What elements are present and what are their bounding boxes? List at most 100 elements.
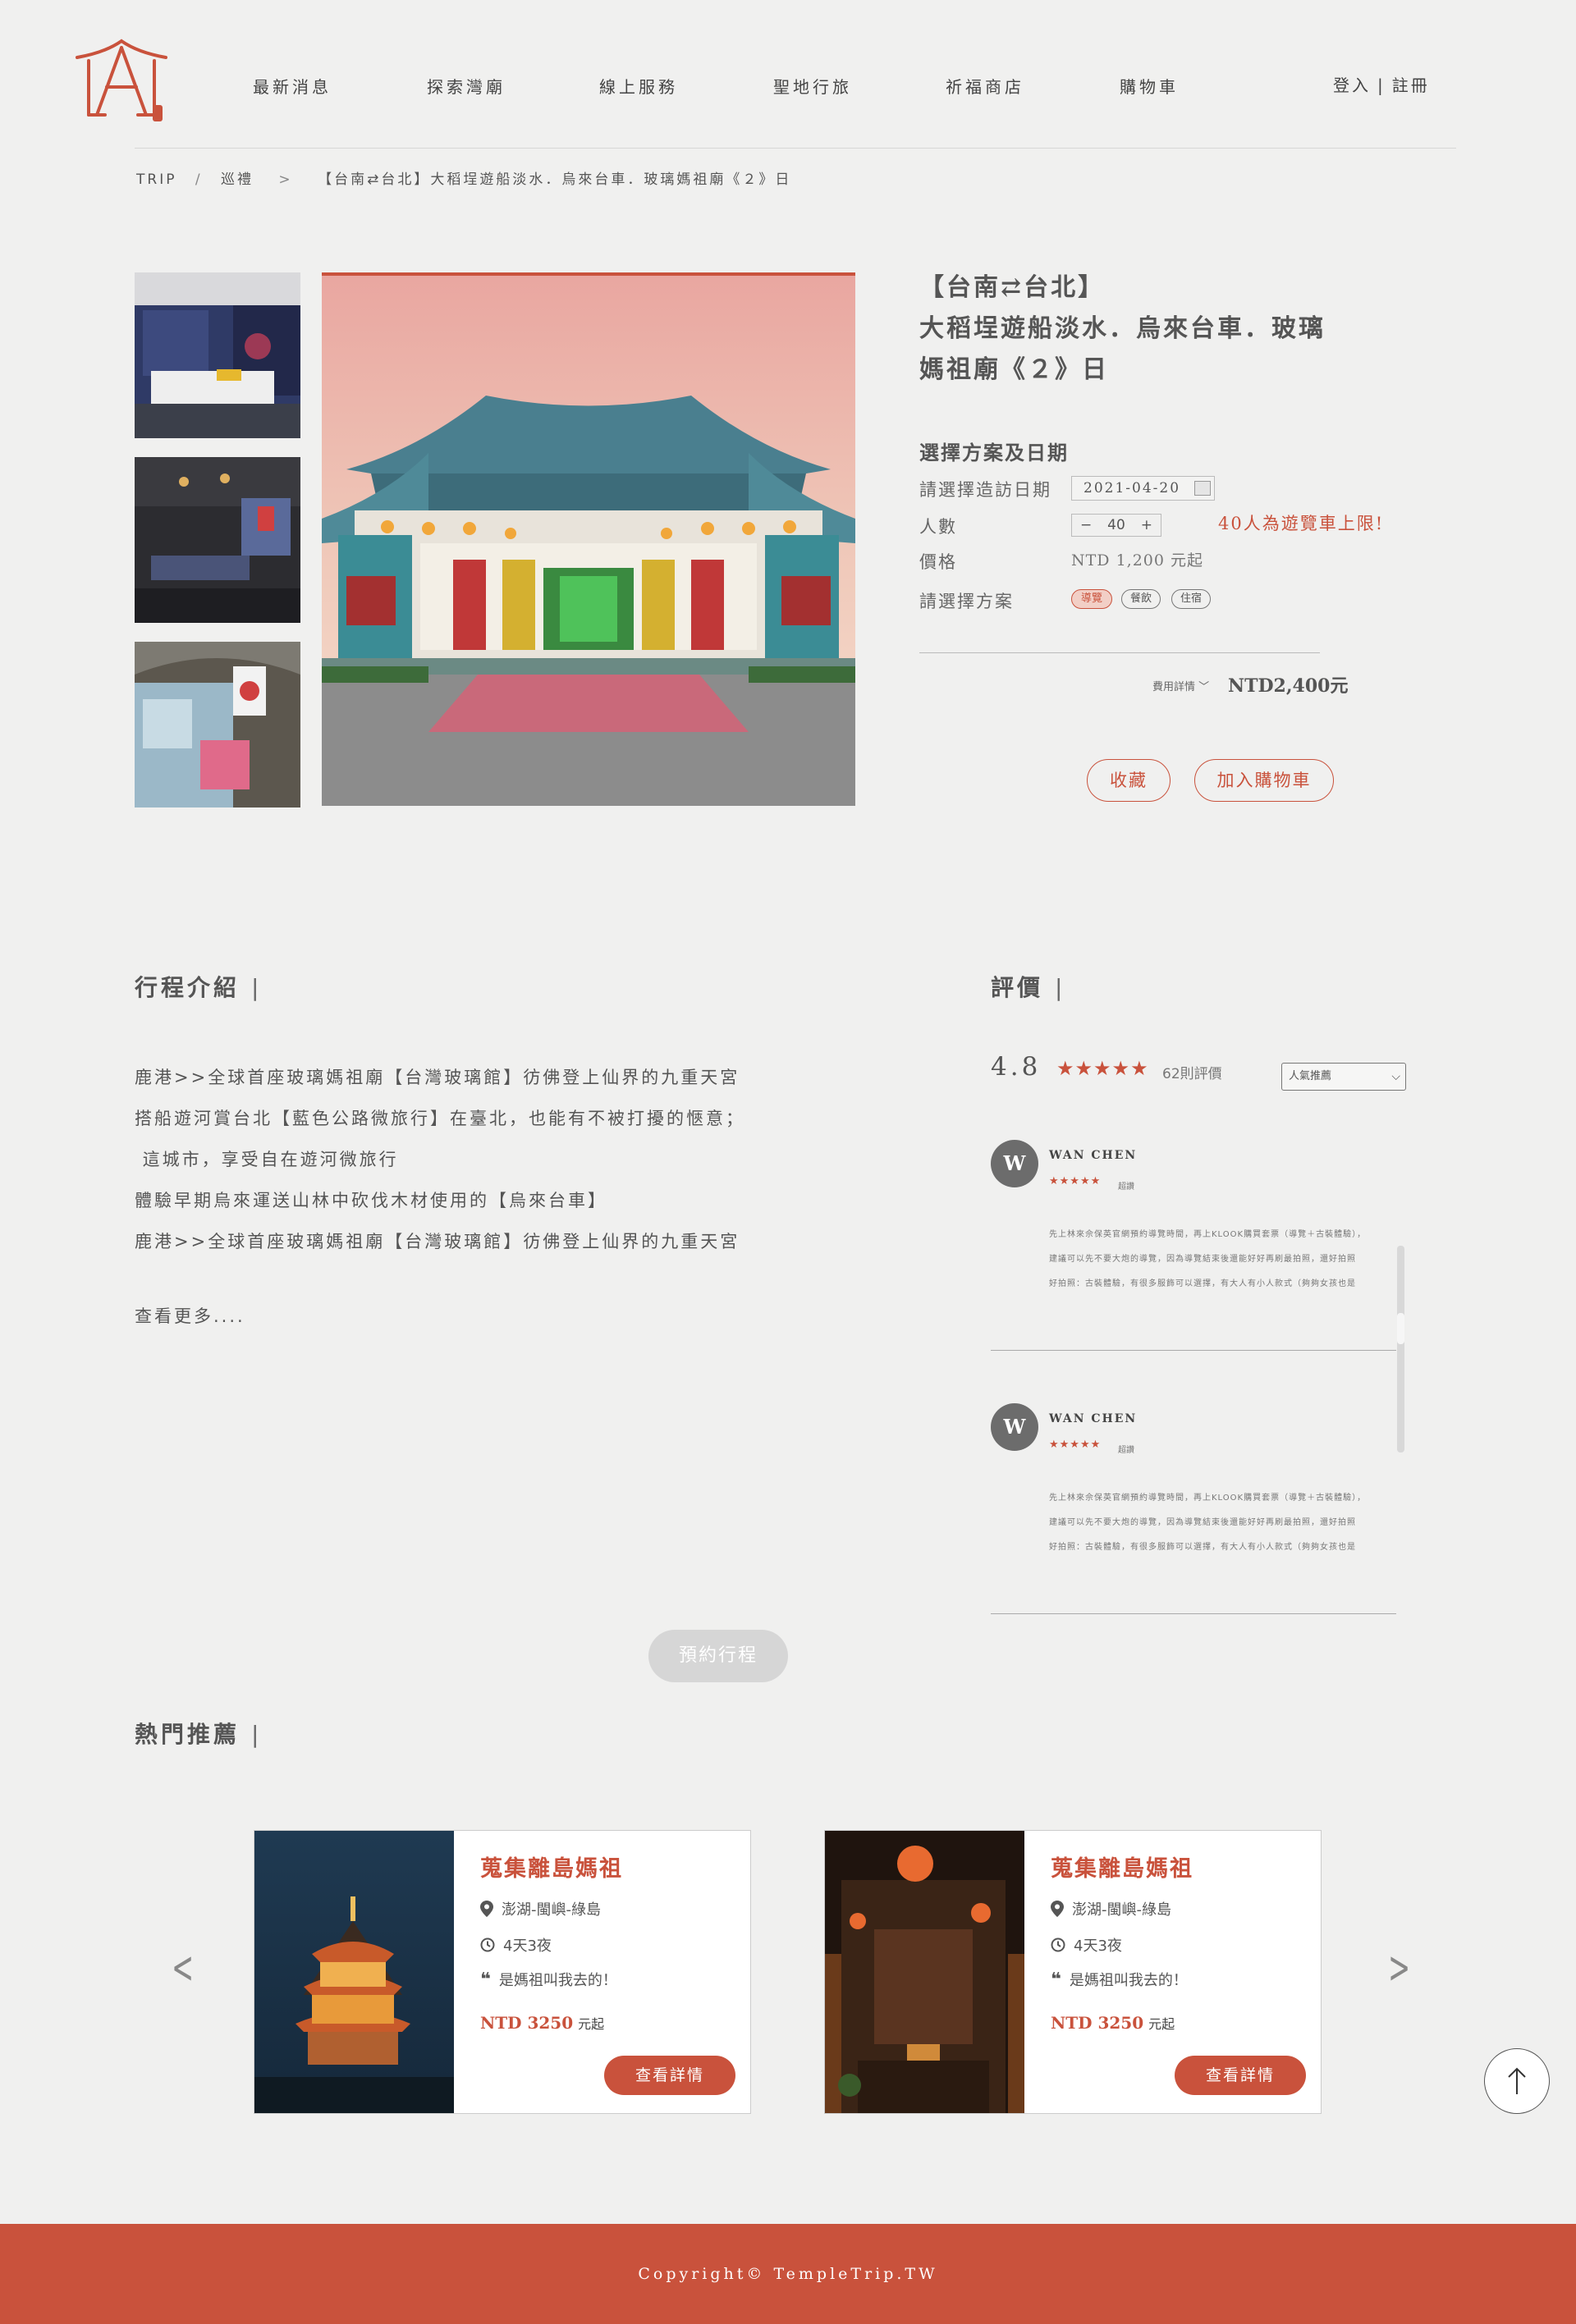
sort-value: 人氣推薦 bbox=[1289, 1070, 1332, 1082]
plan-chip-meal[interactable]: 餐飲 bbox=[1121, 589, 1161, 609]
date-picker[interactable]: 2021-04-20 bbox=[1071, 476, 1215, 501]
review-divider bbox=[991, 1350, 1396, 1351]
review-stars: ★★★★★ bbox=[1049, 1439, 1102, 1451]
people-minus-button[interactable]: − bbox=[1080, 517, 1092, 533]
reviewer-name: WAN CHEN bbox=[1049, 1149, 1138, 1162]
trip-card-title: 蒐集離島媽祖 bbox=[480, 1856, 623, 1882]
itinerary-line-2: 搭船遊河賞台北【藍色公路微旅行】在臺北，也能有不被打擾的愜意； bbox=[135, 1109, 745, 1128]
trip-card-quote: ❝ 是媽祖叫我去的！ bbox=[480, 1969, 617, 1990]
see-more-link[interactable]: 查看更多.... bbox=[135, 1303, 245, 1328]
price-divider bbox=[919, 652, 1320, 653]
calendar-icon[interactable] bbox=[1194, 481, 1211, 496]
nav-news[interactable]: 最新消息 bbox=[253, 74, 332, 98]
price-label: 價格 bbox=[919, 552, 957, 572]
trip-card[interactable]: 蒐集離島媽祖 澎湖-閩嶼-綠島 4天3夜 ❝ 是媽祖叫我去的！ NTD 3250… bbox=[824, 1830, 1322, 2114]
quote-icon: ❝ bbox=[1051, 1969, 1061, 1990]
trip-card[interactable]: 蒐集離島媽祖 澎湖-閩嶼-綠島 4天3夜 ❝ 是媽祖叫我去的！ NTD 3250… bbox=[254, 1830, 751, 2114]
reviews-scrollbar-thumb[interactable] bbox=[1397, 1313, 1404, 1344]
itinerary-title-text: 行程介紹 bbox=[135, 974, 241, 1001]
book-trip-button[interactable]: 預約行程 bbox=[648, 1630, 788, 1682]
favorite-button[interactable]: 收藏 bbox=[1087, 759, 1171, 802]
product-title-line1: 【台南⇄台北】 bbox=[919, 273, 1106, 302]
trip-card-price-unit: 元起 bbox=[578, 2016, 605, 2032]
review-body-line: 先上林來佘保英官網預約導覽時間，再上KLOOK購買套票（導覽＋古裝體驗）， bbox=[1049, 1230, 1367, 1239]
add-to-cart-button[interactable]: 加入購物車 bbox=[1194, 759, 1334, 802]
breadcrumb-root[interactable]: TRIP bbox=[136, 172, 176, 188]
view-details-button[interactable]: 查看詳情 bbox=[604, 2056, 735, 2095]
trip-card-duration: 4天3夜 bbox=[1051, 1934, 1122, 1956]
breadcrumb-current: 【台南⇄台北】大稻埕遊船淡水．烏來台車．玻璃媽祖廟《２》日 bbox=[318, 172, 792, 188]
nav-cart[interactable]: 購物車 bbox=[1120, 74, 1179, 98]
review-body-line: 建議可以先不要大炮的導覽，因為導覽結束後還能好好再刷最拍照，還好拍照 bbox=[1049, 1518, 1356, 1527]
reviewer-name: WAN CHEN bbox=[1049, 1412, 1138, 1425]
trip-card-location-text: 澎湖-閩嶼-綠島 bbox=[1072, 1901, 1171, 1919]
trip-card-title: 蒐集離島媽祖 bbox=[1051, 1856, 1193, 1882]
review-divider bbox=[991, 1613, 1396, 1614]
reviews-title-text: 評價 bbox=[991, 974, 1044, 1001]
breadcrumb-section[interactable]: 巡禮 bbox=[221, 172, 254, 188]
trip-card-price: NTD 3250 元起 bbox=[480, 2013, 604, 2033]
register-link[interactable]: 註冊 bbox=[1392, 75, 1430, 95]
reviews-scrollbar[interactable] bbox=[1397, 1246, 1404, 1452]
review-tag: 超讚 bbox=[1118, 1183, 1134, 1192]
nav-online-service[interactable]: 線上服務 bbox=[599, 74, 678, 98]
login-link[interactable]: 登入 bbox=[1333, 75, 1371, 95]
itinerary-line-4: 體驗早期烏來運送山林中砍伐木材使用的【烏來台車】 bbox=[135, 1191, 607, 1210]
trip-card-price-unit: 元起 bbox=[1148, 2016, 1175, 2032]
breadcrumb-separator: / bbox=[195, 172, 203, 188]
nav-pilgrimage-trip[interactable]: 聖地行旅 bbox=[773, 74, 852, 98]
recommend-title: 熱門推薦 | bbox=[135, 1717, 262, 1750]
plan-chip-lodging[interactable]: 住宿 bbox=[1171, 589, 1211, 609]
review-body-line: 好拍照：古裝體驗，有很多服飾可以選擇，有大人有小人款式（夠夠女孩也是 bbox=[1049, 1279, 1356, 1288]
price-value: NTD 1,200 元起 bbox=[1071, 551, 1204, 570]
trip-card-price-value: NTD 3250 bbox=[480, 2013, 574, 2033]
plan-label: 請選擇方案 bbox=[919, 592, 1014, 611]
map-pin-icon bbox=[1051, 1901, 1064, 1917]
chevron-left-icon[interactable]: < bbox=[172, 1942, 194, 1993]
people-stepper: − 40 + bbox=[1071, 514, 1161, 537]
review-count: 62則評價 bbox=[1162, 1066, 1222, 1082]
auth-links: 登入 | 註冊 bbox=[1333, 72, 1430, 96]
itinerary-title-bar: | bbox=[251, 974, 263, 1001]
breadcrumb: TRIP / 巡禮 > 【台南⇄台北】大稻埕遊船淡水．烏來台車．玻璃媽祖廟《２》… bbox=[136, 167, 791, 188]
thumbnail-lobby[interactable] bbox=[135, 457, 300, 623]
itinerary-line-3: 這城市，享受自在遊河微旅行 bbox=[135, 1150, 399, 1169]
breadcrumb-arrow: > bbox=[278, 172, 293, 188]
arrow-up-icon bbox=[1508, 2067, 1526, 2094]
view-details-button[interactable]: 查看詳情 bbox=[1175, 2056, 1306, 2095]
review-body-line: 先上林來佘保英官網預約導覽時間，再上KLOOK購買套票（導覽＋古裝體驗）， bbox=[1049, 1494, 1367, 1503]
reviews-title-bar: | bbox=[1055, 974, 1066, 1001]
review-body-line: 建議可以先不要大炮的導覽，因為導覽結束後還能好好再刷最拍照，還好拍照 bbox=[1049, 1255, 1356, 1264]
footer-copyright: Copyright© TempleTrip.TW bbox=[638, 2265, 938, 2283]
review-sort-select[interactable]: 人氣推薦 ⌵ bbox=[1281, 1063, 1406, 1091]
people-label: 人數 bbox=[919, 517, 957, 537]
nav-blessing-shop[interactable]: 祈福商店 bbox=[946, 74, 1024, 98]
logo-icon[interactable] bbox=[72, 36, 171, 131]
thumbnail-hotel-room[interactable] bbox=[135, 272, 300, 438]
product-title-line2: 大稻埕遊船淡水．烏來台車．玻璃 bbox=[919, 314, 1326, 343]
trip-card-image bbox=[825, 1831, 1024, 2113]
nav-explore-temples[interactable]: 探索灣廟 bbox=[427, 74, 506, 98]
review-stars: ★★★★★ bbox=[1049, 1175, 1102, 1187]
people-plus-button[interactable]: + bbox=[1141, 517, 1152, 533]
fee-detail-toggle[interactable]: 費用詳情 ﹀ bbox=[1152, 678, 1209, 693]
avatar: W bbox=[991, 1403, 1038, 1451]
plan-chip-guide[interactable]: 導覽 bbox=[1071, 589, 1112, 609]
trip-card-location: 澎湖-閩嶼-綠島 bbox=[480, 1898, 601, 1919]
recommend-title-bar: | bbox=[251, 1721, 263, 1748]
back-to-top-button[interactable] bbox=[1484, 2048, 1550, 2114]
itinerary-line-5: 鹿港>>全球首座玻璃媽祖廟【台灣玻璃館】彷佛登上仙界的九重天宮 bbox=[135, 1232, 740, 1251]
auth-separator: | bbox=[1377, 75, 1386, 95]
recommend-title-text: 熱門推薦 bbox=[135, 1721, 241, 1748]
clock-icon bbox=[480, 1937, 495, 1952]
itinerary-title: 行程介紹 | bbox=[135, 970, 262, 1003]
trip-card-quote: ❝ 是媽祖叫我去的！ bbox=[1051, 1969, 1188, 1990]
chevron-right-icon[interactable]: > bbox=[1388, 1942, 1410, 1993]
chevron-down-icon: ⌵ bbox=[1391, 1070, 1400, 1083]
footer: Copyright© TempleTrip.TW bbox=[0, 2224, 1576, 2324]
product-title-line3: 媽祖廟《２》日 bbox=[919, 355, 1109, 384]
trip-card-duration: 4天3夜 bbox=[480, 1934, 552, 1956]
people-count[interactable]: 40 bbox=[1107, 517, 1125, 533]
review-tag: 超讚 bbox=[1118, 1446, 1134, 1455]
thumbnail-rail-cart[interactable] bbox=[135, 642, 300, 807]
